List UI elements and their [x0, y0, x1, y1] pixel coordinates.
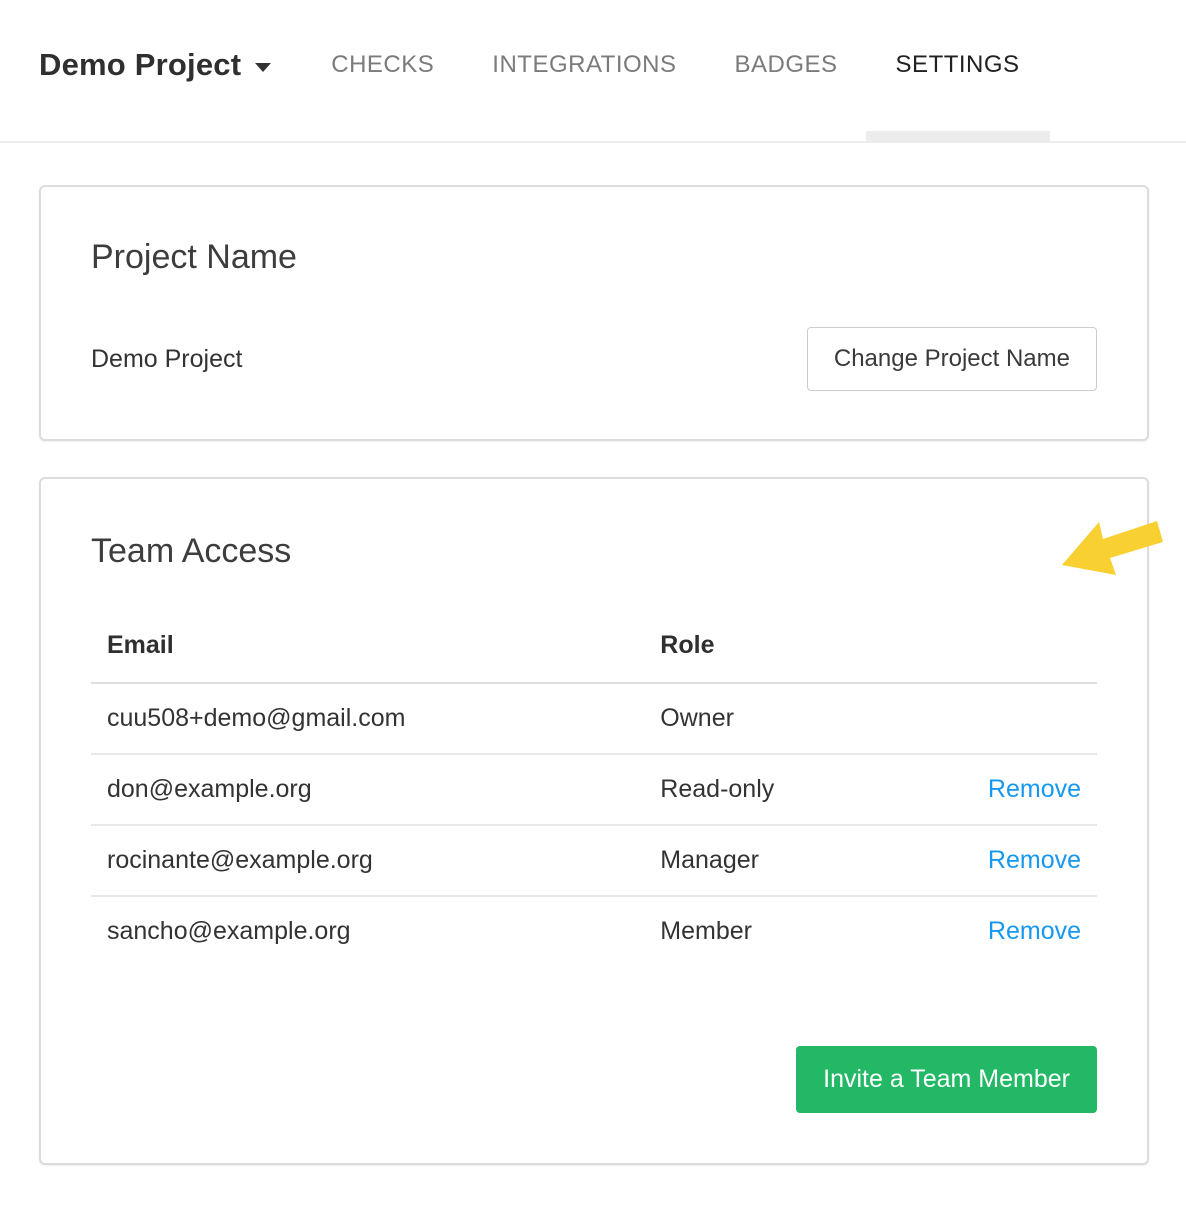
table-row: don@example.org Read-only Remove — [91, 754, 1097, 825]
member-role: Manager — [644, 825, 956, 896]
member-action-cell: Remove — [956, 754, 1097, 825]
project-name-card-title: Project Name — [91, 237, 1097, 277]
table-row: cuu508+demo@gmail.com Owner — [91, 683, 1097, 754]
role-column-header: Role — [644, 627, 956, 683]
team-access-card: Team Access Email Role cuu508+demo@gmail… — [39, 477, 1149, 1165]
settings-page: Project Name Demo Project Change Project… — [0, 185, 1186, 1165]
table-row: sancho@example.org Member Remove — [91, 896, 1097, 966]
project-switcher-label: Demo Project — [39, 47, 241, 83]
member-email: cuu508+demo@gmail.com — [91, 683, 644, 754]
tab-integrations[interactable]: INTEGRATIONS — [492, 0, 676, 141]
tab-settings[interactable]: SETTINGS — [896, 0, 1020, 141]
member-email: don@example.org — [91, 754, 644, 825]
project-name-card: Project Name Demo Project Change Project… — [39, 185, 1149, 441]
team-access-card-title: Team Access — [91, 531, 1097, 571]
table-row: rocinante@example.org Manager Remove — [91, 825, 1097, 896]
tab-checks[interactable]: CHECKS — [331, 0, 434, 141]
project-switcher[interactable]: Demo Project — [39, 0, 271, 141]
invite-row: Invite a Team Member — [91, 1046, 1097, 1113]
remove-member-link[interactable]: Remove — [988, 917, 1081, 945]
tab-badges[interactable]: BADGES — [735, 0, 838, 141]
member-action-cell — [956, 683, 1097, 754]
main-tabs: CHECKS INTEGRATIONS BADGES SETTINGS — [331, 0, 1019, 141]
remove-member-link[interactable]: Remove — [988, 775, 1081, 803]
member-role: Member — [644, 896, 956, 966]
invite-team-member-button[interactable]: Invite a Team Member — [796, 1046, 1097, 1113]
chevron-down-icon — [255, 63, 271, 72]
member-action-cell: Remove — [956, 825, 1097, 896]
member-role: Owner — [644, 683, 956, 754]
email-column-header: Email — [91, 627, 644, 683]
current-project-name: Demo Project — [91, 345, 242, 374]
remove-member-link[interactable]: Remove — [988, 846, 1081, 874]
project-name-row: Demo Project Change Project Name — [91, 327, 1097, 391]
member-email: rocinante@example.org — [91, 825, 644, 896]
table-header-row: Email Role — [91, 627, 1097, 683]
member-role: Read-only — [644, 754, 956, 825]
member-action-cell: Remove — [956, 896, 1097, 966]
member-email: sancho@example.org — [91, 896, 644, 966]
action-column-header — [956, 627, 1097, 683]
top-navigation: Demo Project CHECKS INTEGRATIONS BADGES … — [0, 0, 1186, 143]
team-members-table: Email Role cuu508+demo@gmail.com Owner d… — [91, 627, 1097, 966]
change-project-name-button[interactable]: Change Project Name — [807, 327, 1097, 391]
